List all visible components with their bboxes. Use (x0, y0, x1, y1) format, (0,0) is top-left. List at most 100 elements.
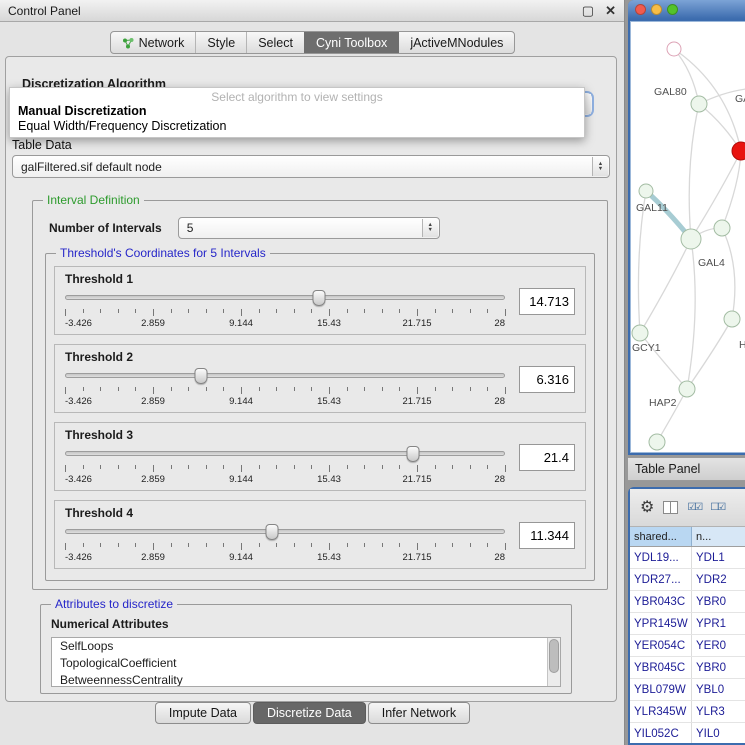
tick-mark (118, 309, 119, 313)
tick-mark (83, 465, 84, 469)
table-row[interactable]: YDR27...YDR2 (630, 569, 745, 591)
network-node-gcy1[interactable] (632, 325, 648, 341)
tick-mark (83, 387, 84, 391)
table-row[interactable]: YBR045CYBR0 (630, 657, 745, 679)
slider-thumb[interactable] (406, 446, 419, 462)
threshold-value-input[interactable]: 6.316 (519, 366, 575, 393)
threshold-panel: Threshold 1-3.4262.8599.14415.4321.71528… (54, 266, 586, 335)
attributes-group: Attributes to discretize Numerical Attri… (40, 604, 572, 694)
attribute-list-item[interactable]: SelfLoops (52, 638, 560, 655)
tab-jactivemnodules[interactable]: jActiveMNodules (398, 32, 514, 53)
select-all-columns-icon[interactable]: ☑☑ (687, 503, 701, 513)
network-node[interactable] (714, 220, 730, 236)
bottom-tab-discretize-data[interactable]: Discretize Data (253, 702, 366, 724)
slider-track[interactable] (65, 451, 505, 456)
attribute-list-item[interactable]: BetweennessCentrality (52, 672, 560, 687)
tick-label: 9.144 (229, 552, 253, 563)
attributes-list[interactable]: SelfLoopsTopologicalCoefficientBetweenne… (51, 637, 561, 687)
table-row[interactable]: YBR043CYBR0 (630, 591, 745, 613)
tab-select[interactable]: Select (246, 32, 304, 53)
interval-definition-group: Interval Definition Number of Intervals … (32, 200, 608, 590)
node-label: GA (735, 93, 745, 105)
network-edge[interactable] (689, 104, 699, 239)
column-header-name[interactable]: n... (692, 527, 745, 546)
tick-mark (65, 387, 66, 394)
minimize-traffic-light[interactable] (651, 4, 662, 15)
table-row[interactable]: YPR145WYPR1 (630, 613, 745, 635)
network-edge[interactable] (640, 239, 691, 333)
dropdown-option-equal-width-frequency[interactable]: Equal Width/Frequency Discretization (10, 119, 584, 134)
network-node-hap2[interactable] (679, 381, 695, 397)
slider-thumb[interactable] (195, 368, 208, 384)
network-node[interactable] (732, 142, 745, 160)
table-data-combobox[interactable]: galFiltered.sif default node ▲▼ (12, 155, 610, 178)
threshold-value-input[interactable]: 11.344 (519, 522, 575, 549)
column-header-shared-name[interactable]: shared... (630, 527, 692, 546)
tick-mark (118, 543, 119, 547)
tab-network[interactable]: Network (111, 32, 196, 53)
control-panel-titlebar[interactable]: Control Panel ▢ ✕ (0, 0, 624, 22)
tick-label: 28 (494, 396, 505, 407)
slider-thumb[interactable] (265, 524, 278, 540)
network-node[interactable] (667, 42, 681, 56)
dropdown-option-manual-discretization[interactable]: Manual Discretization (10, 104, 584, 119)
columns-icon[interactable] (663, 501, 678, 514)
slider-thumb[interactable] (312, 290, 325, 306)
bottom-tab-infer-network[interactable]: Infer Network (368, 702, 470, 724)
zoom-traffic-light[interactable] (667, 4, 678, 15)
network-edge[interactable] (722, 228, 735, 319)
scrollbar-thumb[interactable] (549, 639, 559, 673)
tick-label: 9.144 (229, 396, 253, 407)
tick-mark (171, 309, 172, 313)
threshold-slider[interactable]: -3.4262.8599.14415.4321.71528 (65, 446, 505, 485)
close-traffic-light[interactable] (635, 4, 646, 15)
threshold-slider[interactable]: -3.4262.8599.14415.4321.71528 (65, 368, 505, 407)
network-node-gal4[interactable] (681, 229, 701, 249)
network-node[interactable] (649, 434, 665, 450)
network-edge[interactable] (722, 151, 741, 228)
threshold-value-input[interactable]: 14.713 (519, 288, 575, 315)
cell-name: YDR2 (692, 569, 745, 590)
network-canvas[interactable]: GAL80GAL11GAL4GCY1HHAP2GA (630, 21, 745, 453)
top-tab-group: NetworkStyleSelectCyni ToolboxjActiveMNo… (110, 31, 516, 54)
tab-style[interactable]: Style (195, 32, 246, 53)
bottom-tab-impute-data[interactable]: Impute Data (155, 702, 251, 724)
tick-label: 21.715 (402, 318, 431, 329)
slider-track[interactable] (65, 529, 505, 534)
tick-mark (505, 309, 506, 316)
slider-ruler (65, 309, 505, 317)
network-edge[interactable] (687, 239, 695, 389)
tick-mark (223, 543, 224, 547)
tick-mark (311, 543, 312, 547)
table-row[interactable]: YBL079WYBL0 (630, 679, 745, 701)
slider-track[interactable] (65, 373, 505, 378)
network-window-titlebar[interactable] (628, 0, 745, 19)
table-panel-titlebar[interactable]: Table Panel (628, 457, 745, 481)
network-node-gal80[interactable] (691, 96, 707, 112)
table-row[interactable]: YDL19...YDL1 (630, 547, 745, 569)
tick-label: 15.43 (317, 552, 341, 563)
threshold-slider[interactable]: -3.4262.8599.14415.4321.71528 (65, 524, 505, 563)
tick-label: 2.859 (141, 396, 165, 407)
settings-gear-icon[interactable]: ⚙ (640, 500, 654, 516)
tick-mark (364, 309, 365, 313)
attribute-list-item[interactable]: TopologicalCoefficient (52, 655, 560, 672)
number-of-intervals-combobox[interactable]: 5 ▲▼ (178, 217, 440, 239)
network-node-h[interactable] (724, 311, 740, 327)
table-row[interactable]: YLR345WYLR3 (630, 701, 745, 723)
combo-stepper-icon: ▲▼ (592, 157, 608, 176)
restore-icon[interactable]: ▢ (582, 4, 594, 17)
network-node-gal11[interactable] (639, 184, 653, 198)
table-row[interactable]: YIL052CYIL0 (630, 723, 745, 743)
threshold-slider[interactable]: -3.4262.8599.14415.4321.71528 (65, 290, 505, 329)
tick-mark (364, 465, 365, 469)
cell-shared-name: YLR345W (630, 701, 692, 722)
attributes-scrollbar[interactable] (547, 638, 560, 686)
slider-track[interactable] (65, 295, 505, 300)
select-columns-icon[interactable]: ☐☑ (710, 503, 724, 513)
threshold-value-input[interactable]: 21.4 (519, 444, 575, 471)
table-row[interactable]: YER054CYER0 (630, 635, 745, 657)
close-icon[interactable]: ✕ (605, 4, 616, 17)
tab-cyni-toolbox[interactable]: Cyni Toolbox (304, 32, 398, 53)
tick-mark (452, 309, 453, 313)
